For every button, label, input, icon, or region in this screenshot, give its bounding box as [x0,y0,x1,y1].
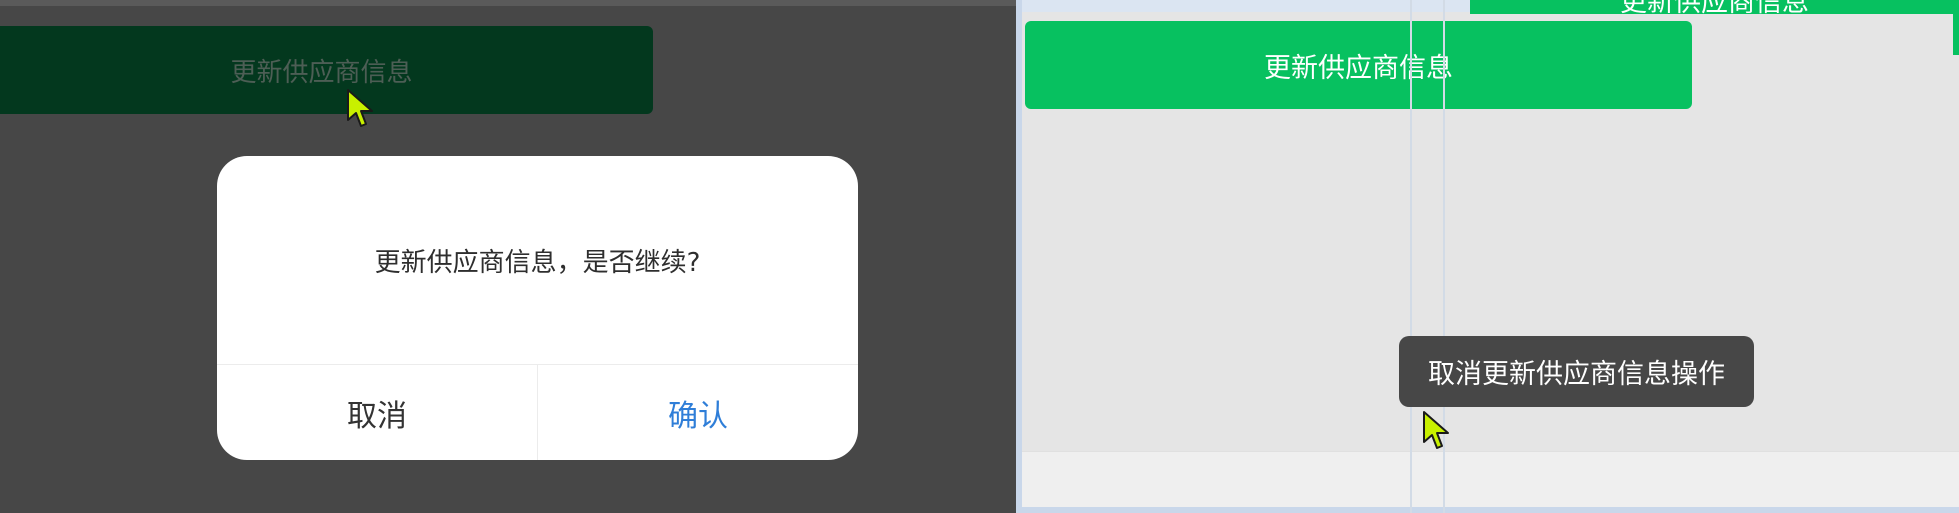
window-bottom-border [1016,507,1959,513]
overlapping-window: 更新供应商信息 [1470,0,1959,14]
mouse-pointer-icon [347,89,373,127]
toast-message: 取消更新供应商信息操作 [1399,336,1754,407]
update-supplier-button: 更新供应商信息 [0,26,653,114]
window-separator [1410,0,1412,513]
update-supplier-button[interactable]: 更新供应商信息 [1025,21,1692,109]
dialog-cancel-button[interactable]: 取消 [217,365,537,460]
overlapping-window-button-label: 更新供应商信息 [1470,0,1959,14]
window-left-border [1016,0,1022,513]
dialog-message: 更新供应商信息，是否继续? [374,247,701,278]
dialog-confirm-button[interactable]: 确认 [538,365,858,460]
left-app-panel: 更新供应商信息 更新供应商信息，是否继续? 取消 确认 [0,0,1016,513]
right-app-panel: 更新供应商信息 [1016,0,1959,513]
bottom-bar [1022,451,1959,508]
overlapping-window-edge [1953,0,1959,55]
mouse-pointer-icon [1423,411,1449,449]
left-panel-top-strip [0,0,1016,6]
confirm-dialog: 更新供应商信息，是否继续? 取消 确认 [217,156,858,460]
screen: 更新供应商信息 更新供应商信息，是否继续? 取消 确认 更新供应商信息 更新供应… [0,0,1959,513]
